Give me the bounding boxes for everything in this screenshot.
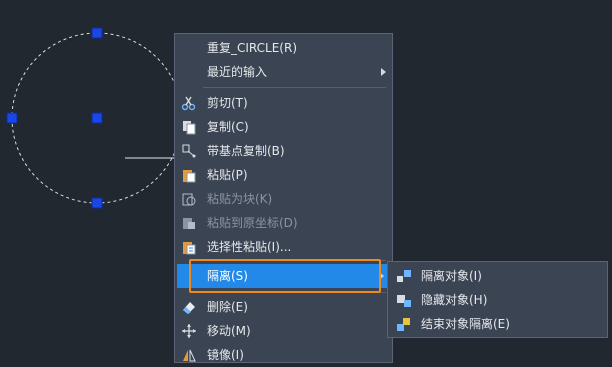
submenu-item-hide-objects[interactable]: 隐藏对象(H) [388, 288, 607, 312]
grip-left[interactable] [6, 112, 18, 124]
menu-item-label: 剪切(T) [207, 96, 248, 110]
paste-origin-icon [181, 215, 197, 231]
eraser-icon [181, 299, 197, 315]
submenu-item-end-isolation[interactable]: 结束对象隔离(E) [388, 312, 607, 336]
move-icon [181, 323, 197, 339]
menu-item-label: 镜像(I) [207, 348, 244, 362]
menu-item-paste[interactable]: 粘贴(P) [175, 163, 392, 187]
submenu-item-label: 隔离对象(I) [421, 269, 482, 283]
menu-item-delete[interactable]: 删除(E) [175, 295, 392, 319]
menu-item-paste-to-original[interactable]: 粘贴到原坐标(D) [175, 211, 392, 235]
menu-item-copy-base-point[interactable]: 带基点复制(B) [175, 139, 392, 163]
paste-icon [181, 167, 197, 183]
menu-item-label: 删除(E) [207, 300, 248, 314]
copy-base-point-icon [181, 143, 197, 159]
submenu-item-label: 隐藏对象(H) [421, 293, 488, 307]
grip-bottom[interactable] [91, 197, 103, 209]
isolate-submenu: 隔离对象(I) 隐藏对象(H) 结束对象隔离(E) [387, 261, 608, 338]
menu-item-isolate[interactable]: 隔离(S) [177, 264, 390, 288]
menu-item-label: 粘贴(P) [207, 168, 248, 182]
mirror-icon [181, 347, 197, 363]
submenu-item-label: 结束对象隔离(E) [421, 317, 510, 331]
menu-item-recent-input[interactable]: 最近的输入 [175, 60, 392, 84]
menu-item-cut[interactable]: 剪切(T) [175, 91, 392, 115]
isolate-object-icon [396, 268, 412, 284]
paste-block-icon [181, 191, 197, 207]
menu-item-repeat-circle[interactable]: 重复_CIRCLE(R) [175, 36, 392, 60]
copy-icon [181, 119, 197, 135]
menu-separator [203, 292, 386, 293]
submenu-arrow-icon [381, 68, 386, 76]
context-menu: 重复_CIRCLE(R) 最近的输入 剪切(T) 复制(C) 带基点复制(B) … [174, 33, 393, 363]
menu-item-label: 移动(M) [207, 324, 251, 338]
menu-item-label: 复制(C) [207, 120, 249, 134]
menu-separator [203, 260, 386, 261]
menu-item-label: 重复_CIRCLE(R) [207, 41, 298, 55]
menu-item-paste-special[interactable]: 选择性粘贴(I)... [175, 235, 392, 259]
submenu-item-isolate-objects[interactable]: 隔离对象(I) [388, 264, 607, 288]
menu-item-label: 隔离(S) [207, 269, 248, 283]
menu-item-label: 粘贴到原坐标(D) [207, 216, 298, 230]
paste-special-icon [181, 239, 197, 255]
menu-item-label: 最近的输入 [207, 65, 268, 79]
menu-item-label: 带基点复制(B) [207, 144, 285, 158]
hide-object-icon [396, 292, 412, 308]
menu-item-paste-as-block[interactable]: 粘贴为块(K) [175, 187, 392, 211]
menu-item-label: 选择性粘贴(I)... [207, 240, 292, 254]
menu-separator [203, 87, 386, 88]
grip-top[interactable] [91, 27, 103, 39]
menu-item-move[interactable]: 移动(M) [175, 319, 392, 343]
grip-center[interactable] [91, 112, 103, 124]
scissors-icon [181, 95, 197, 111]
end-isolation-icon [396, 316, 412, 332]
menu-item-label: 粘贴为块(K) [207, 192, 273, 206]
submenu-arrow-icon [379, 272, 384, 280]
menu-item-copy[interactable]: 复制(C) [175, 115, 392, 139]
menu-item-mirror[interactable]: 镜像(I) [175, 343, 392, 367]
